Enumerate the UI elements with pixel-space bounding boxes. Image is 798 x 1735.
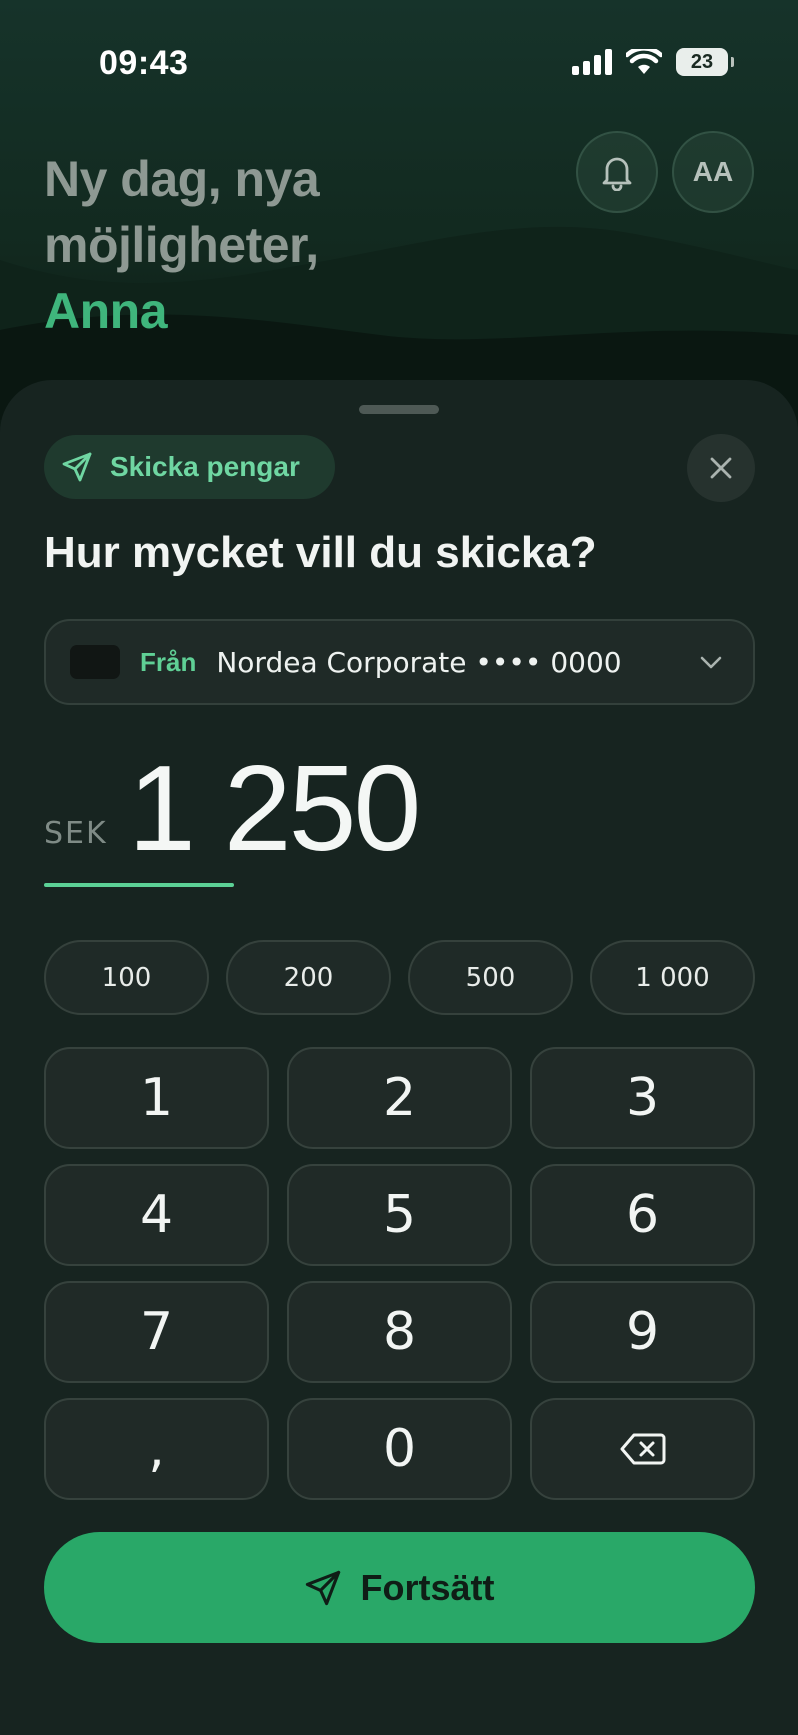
- send-money-chip: Skicka pengar: [44, 435, 335, 499]
- status-icons: 23: [572, 48, 734, 76]
- continue-label: Fortsätt: [360, 1566, 495, 1608]
- chip-label: Skicka pengar: [110, 451, 300, 482]
- quick-amounts: 100 200 500 1 000: [44, 940, 755, 1015]
- key-7[interactable]: 7: [44, 1281, 269, 1383]
- currency-label: SEK: [44, 816, 108, 851]
- quick-amount-button[interactable]: 500: [408, 940, 573, 1015]
- quick-amount-button[interactable]: 200: [226, 940, 391, 1015]
- numeric-keypad: 1 2 3 4 5 6 7 8 9 , 0: [44, 1047, 755, 1500]
- page-title: Hur mycket vill du skicka?: [44, 528, 597, 577]
- sheet-grabber[interactable]: [359, 405, 439, 414]
- notifications-button[interactable]: [576, 131, 658, 213]
- chevron-down-icon: [700, 656, 722, 669]
- send-icon: [62, 452, 92, 482]
- greeting-line2: möjligheter,: [44, 217, 319, 273]
- from-account-value: Nordea Corporate •••• 0000: [216, 645, 622, 679]
- continue-button[interactable]: Fortsätt: [44, 1532, 755, 1643]
- key-8[interactable]: 8: [287, 1281, 512, 1383]
- status-time: 09:43: [99, 44, 189, 82]
- key-4[interactable]: 4: [44, 1164, 269, 1266]
- key-6[interactable]: 6: [530, 1164, 755, 1266]
- greeting: Ny dag, nya möjligheter, Anna: [44, 146, 464, 344]
- quick-amount-button[interactable]: 1 000: [590, 940, 755, 1015]
- close-icon: [710, 457, 732, 479]
- backspace-icon: [620, 1433, 665, 1465]
- greeting-line1: Ny dag, nya: [44, 151, 320, 207]
- wifi-icon: [626, 49, 662, 74]
- key-2[interactable]: 2: [287, 1047, 512, 1149]
- key-1[interactable]: 1: [44, 1047, 269, 1149]
- avatar[interactable]: AA: [672, 131, 754, 213]
- key-0[interactable]: 0: [287, 1398, 512, 1500]
- greeting-name: Anna: [44, 283, 168, 339]
- key-9[interactable]: 9: [530, 1281, 755, 1383]
- backspace-button[interactable]: [530, 1398, 755, 1500]
- quick-amount-button[interactable]: 100: [44, 940, 209, 1015]
- account-card-icon: [70, 645, 120, 679]
- send-money-sheet: Skicka pengar Hur mycket vill du skicka?…: [0, 380, 798, 1735]
- signal-icon: [572, 49, 612, 75]
- key-5[interactable]: 5: [287, 1164, 512, 1266]
- bell-icon: [602, 157, 632, 191]
- close-button[interactable]: [687, 434, 755, 502]
- amount-display[interactable]: 1 250: [128, 738, 421, 878]
- from-label: Från: [140, 646, 197, 677]
- key-3[interactable]: 3: [530, 1047, 755, 1149]
- battery-icon: 23: [676, 48, 734, 76]
- from-account-select[interactable]: Från Nordea Corporate •••• 0000: [44, 619, 755, 705]
- send-icon: [305, 1570, 340, 1605]
- amount-underline: [44, 883, 234, 887]
- key-comma[interactable]: ,: [44, 1398, 269, 1500]
